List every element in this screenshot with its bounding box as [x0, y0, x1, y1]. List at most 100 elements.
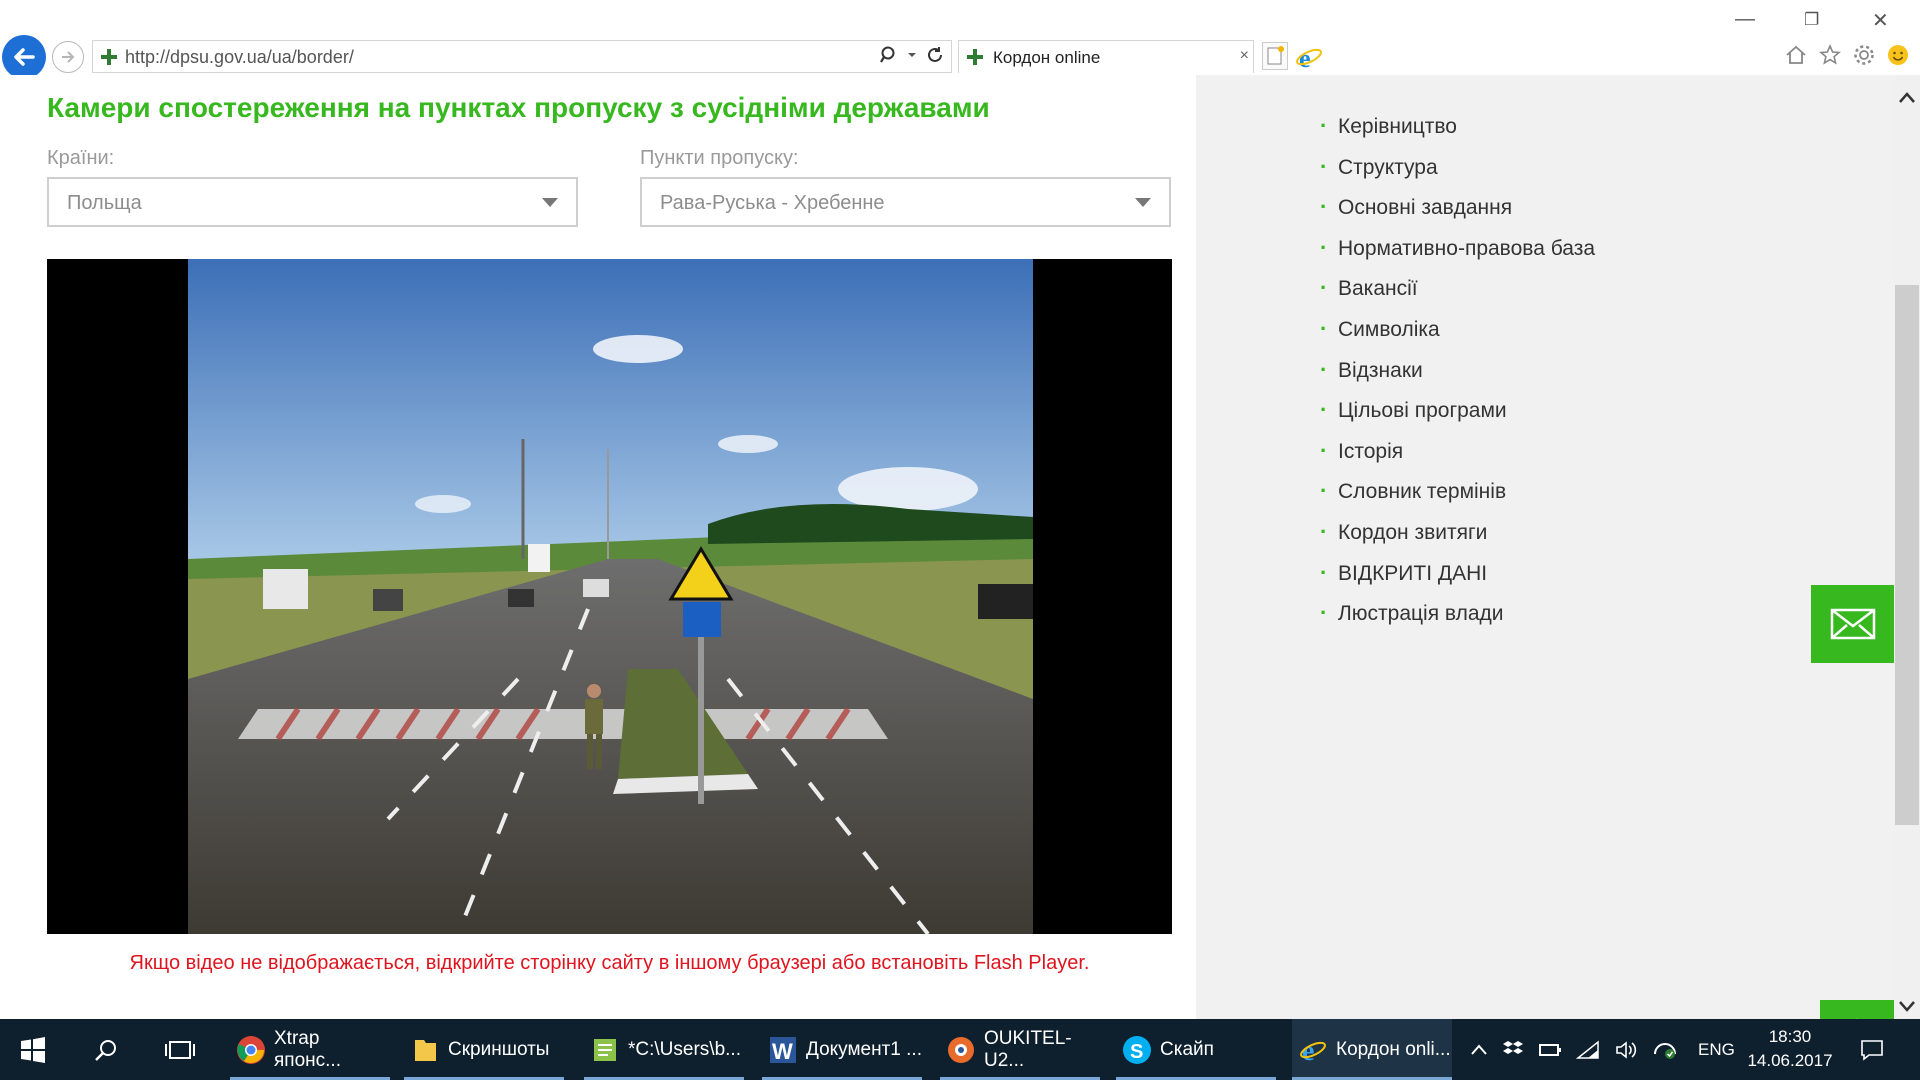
chevron-down-icon[interactable] [907, 50, 917, 60]
taskbar-app-label: Xtrap японс... [274, 1027, 341, 1071]
checkpoint-select[interactable]: Рава-Руська - Хребенне [640, 177, 1171, 227]
taskbar-app-folder[interactable]: Скриншоты [404, 1019, 564, 1080]
word-icon: W [770, 1036, 796, 1064]
taskbar-app-label: Документ1 ... [806, 1038, 922, 1060]
feedback-mail-button[interactable] [1811, 585, 1895, 663]
task-view-button[interactable] [164, 1019, 196, 1080]
svg-text:S: S [1130, 1041, 1143, 1063]
task-view-icon [165, 1040, 195, 1059]
close-window-icon[interactable]: ✕ [1872, 8, 1889, 33]
sidebar-item-leadership[interactable]: Керівництво [1320, 113, 1595, 156]
chrome-icon [237, 1035, 265, 1064]
country-select[interactable]: Польща [47, 177, 578, 227]
page-scrollbar[interactable] [1894, 75, 1920, 1019]
taskbar-app-skype[interactable]: S Скайп [1116, 1019, 1276, 1080]
chevron-down-icon [1899, 1001, 1915, 1012]
taskbar-app-ie[interactable]: e Кордон onli... [1292, 1019, 1452, 1080]
star-icon[interactable] [1818, 43, 1842, 67]
language-indicator[interactable]: ENG [1698, 1040, 1735, 1060]
address-bar[interactable]: http://dpsu.gov.ua/ua/border/ [92, 40, 952, 73]
restore-icon[interactable]: ❐ [1804, 10, 1819, 30]
sidebar-item-vacancies[interactable]: Вакансії [1320, 275, 1595, 318]
volume-icon[interactable] [1614, 1039, 1638, 1061]
arrow-right-icon [62, 51, 75, 63]
url-text[interactable]: http://dpsu.gov.ua/ua/border/ [125, 47, 354, 68]
sidebar-item-structure[interactable]: Структура [1320, 154, 1595, 197]
notepad-icon [594, 1038, 616, 1061]
browser-tab-active[interactable]: Кордон online × [958, 40, 1254, 73]
site-favicon-icon [99, 47, 119, 67]
start-button[interactable] [20, 1019, 54, 1080]
sidebar-item-symbols[interactable]: Символіка [1320, 316, 1595, 359]
video-warning-text: Якщо відео не відображається, відкрийте … [129, 952, 1090, 974]
sidebar-item-main-tasks[interactable]: Основні завдання [1320, 194, 1595, 237]
chevron-down-icon [1135, 198, 1151, 207]
ie-icon: e [1300, 1036, 1326, 1065]
forward-button[interactable] [52, 41, 84, 73]
search-button[interactable] [94, 1019, 118, 1080]
network-status-icon[interactable] [1652, 1039, 1678, 1061]
sidebar-item-history[interactable]: Історія [1320, 438, 1595, 481]
taskbar-app-label: Кордон onli... [1336, 1038, 1451, 1060]
clock-time: 18:30 [1768, 1027, 1812, 1046]
taskbar-app-word[interactable]: W Документ1 ... [762, 1019, 922, 1080]
back-button[interactable] [2, 35, 46, 79]
taskbar-app-chrome[interactable]: Xtrap японс... [230, 1019, 390, 1080]
sidebar-item-legal-base[interactable]: Нормативно-правова база [1320, 235, 1595, 278]
sidebar-item-border-valor[interactable]: Кордон звитяги [1320, 519, 1595, 562]
new-tab-icon [1267, 46, 1284, 65]
scrollbar-thumb[interactable] [1895, 285, 1919, 825]
app-icon [948, 1036, 974, 1063]
camera-video-player[interactable] [47, 259, 1172, 934]
arrow-left-icon [14, 48, 35, 66]
smiley-icon[interactable] [1886, 43, 1910, 67]
sidebar-item-lustration[interactable]: Люстрація влади [1320, 600, 1595, 643]
taskbar-app-notepad[interactable]: *C:\Users\b... [584, 1019, 744, 1080]
minimize-icon[interactable]: — [1735, 8, 1755, 31]
ie-icon[interactable]: e [1294, 42, 1324, 72]
dropbox-icon[interactable] [1502, 1039, 1524, 1061]
page-title: Камери спостереження на пунктах пропуску… [47, 92, 990, 123]
scroll-up-arrow[interactable] [1894, 85, 1920, 111]
checkpoints-label: Пункти пропуску: [640, 147, 799, 169]
folder-icon [415, 1039, 436, 1061]
countries-label: Країни: [47, 147, 115, 169]
taskbar-app-label: Скайп [1160, 1038, 1214, 1060]
chevron-up-icon [1899, 92, 1915, 103]
chevron-down-icon [542, 198, 558, 207]
taskbar-clock[interactable]: 18:30 14.06.2017 [1740, 1025, 1840, 1073]
sidebar-item-open-data[interactable]: ВІДКРИТІ ДАНІ [1320, 560, 1595, 603]
envelope-icon [1830, 608, 1876, 640]
taskbar-app-label: OUKITEL-U2... [984, 1027, 1072, 1071]
refresh-icon[interactable] [925, 45, 945, 65]
scroll-down-arrow[interactable] [1894, 993, 1920, 1019]
sidebar-item-programs[interactable]: Цільові програми [1320, 397, 1595, 440]
tab-close-icon[interactable]: × [1240, 47, 1249, 65]
svg-text:W: W [772, 1039, 793, 1064]
sidebar-item-awards[interactable]: Відзнаки [1320, 357, 1595, 400]
new-tab-button[interactable] [1262, 42, 1288, 70]
wifi-icon[interactable] [1576, 1039, 1600, 1060]
sidebar-nav: Керівництво Структура Основні завдання Н… [1320, 113, 1595, 643]
battery-icon[interactable] [1538, 1040, 1562, 1060]
taskbar-app-label: *C:\Users\b... [628, 1038, 741, 1060]
action-center-button[interactable] [1860, 1019, 1884, 1080]
search-icon [95, 1039, 116, 1061]
gear-icon[interactable] [1852, 43, 1876, 67]
taskbar-app-oukitel[interactable]: OUKITEL-U2... [940, 1019, 1100, 1080]
home-icon[interactable] [1784, 43, 1808, 67]
web-page: Камери спостереження на пунктах пропуску… [0, 75, 1920, 1060]
browser-chrome: — ❐ ✕ http://dpsu.gov.ua/ua/border/ Корд… [0, 0, 1920, 79]
camera-feed-image [188, 259, 1033, 934]
taskbar: Xtrap японс... Скриншоты *C:\Users\b... … [0, 1019, 1920, 1080]
screen: — ❐ ✕ http://dpsu.gov.ua/ua/border/ Корд… [0, 0, 1920, 1080]
sidebar-item-glossary[interactable]: Словник термінів [1320, 478, 1595, 521]
checkpoint-select-value: Рава-Руська - Хребенне [660, 192, 885, 214]
site-favicon-icon [965, 47, 985, 67]
taskbar-app-label: Скриншоты [448, 1038, 550, 1060]
chevron-up-icon[interactable] [1470, 1043, 1488, 1057]
notification-icon [1861, 1039, 1883, 1061]
tab-title: Кордон online [993, 48, 1101, 67]
search-icon[interactable] [879, 45, 899, 65]
system-tray: ENG [1470, 1019, 1735, 1080]
